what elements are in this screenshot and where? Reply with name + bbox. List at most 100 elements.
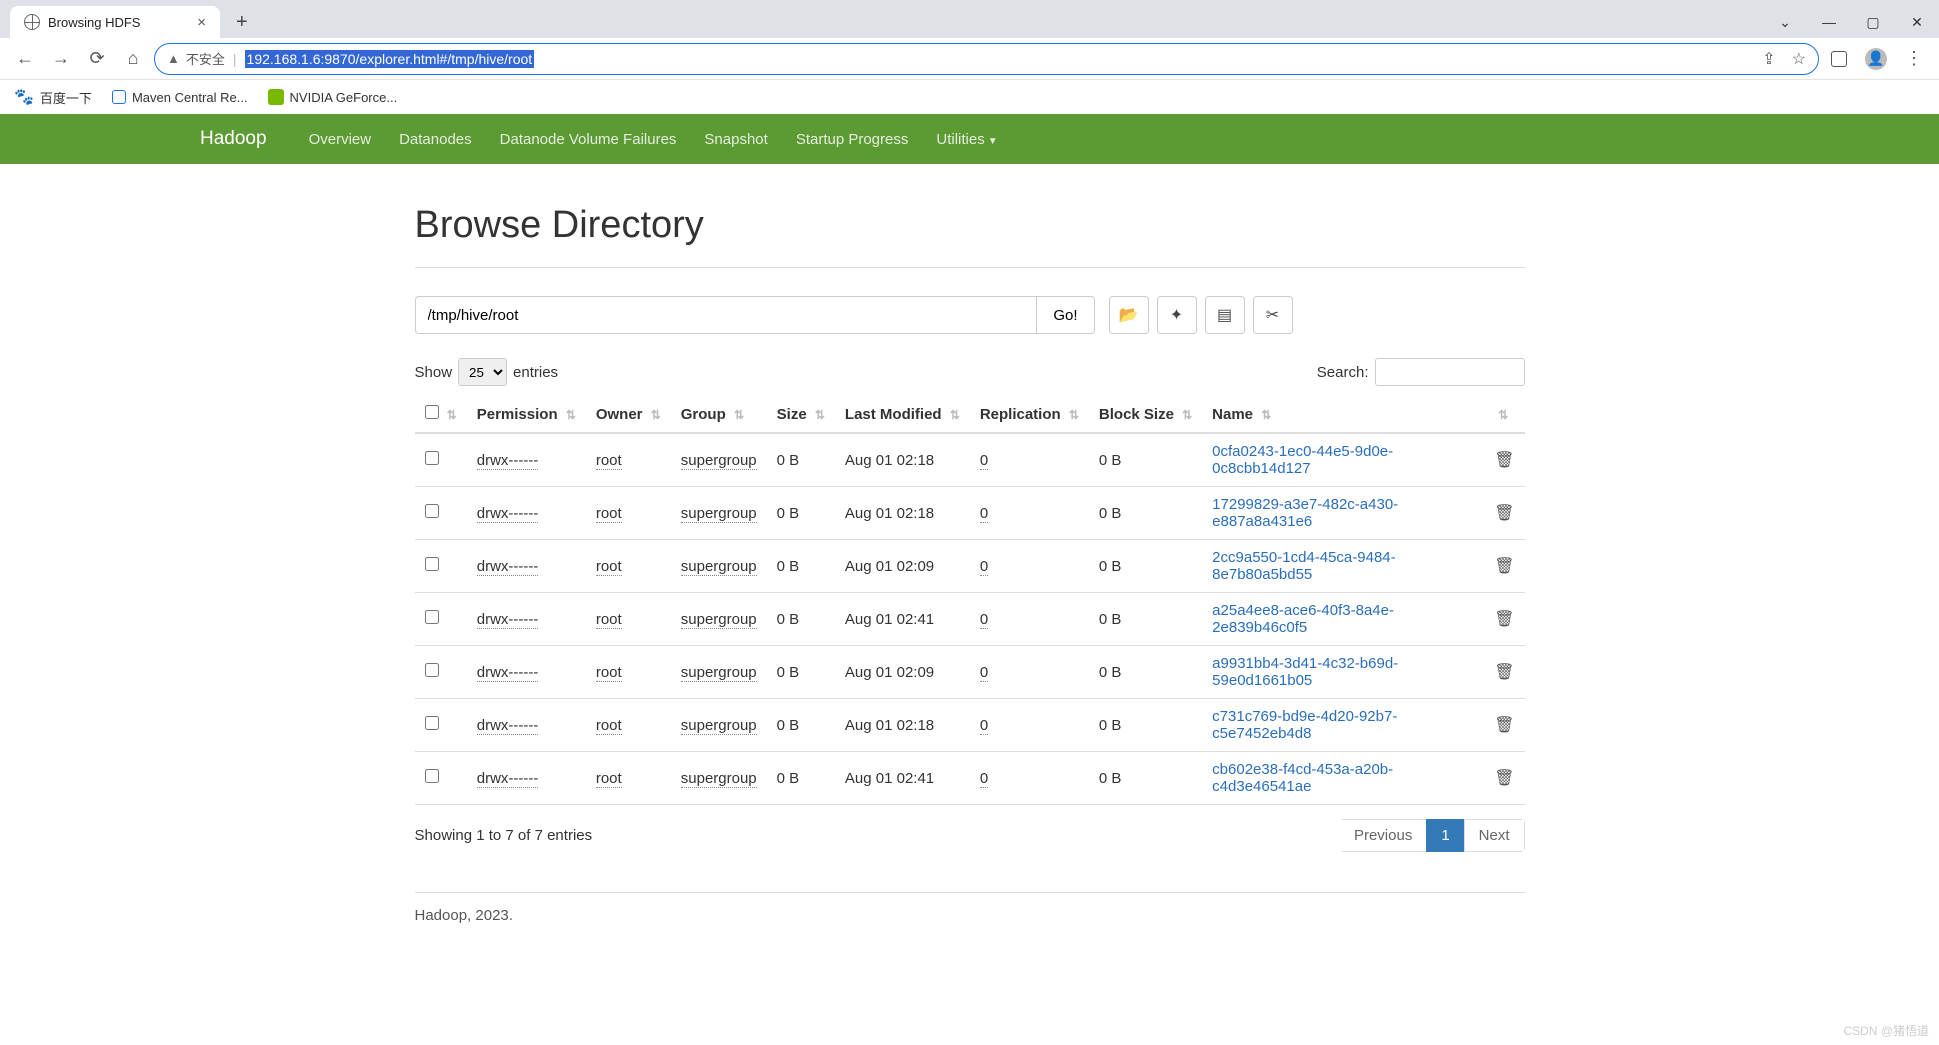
column-header[interactable]: ⇅ (1484, 396, 1524, 433)
bookmark-nvidia[interactable]: NVIDIA GeForce... (268, 89, 398, 105)
owner-cell[interactable]: root (596, 505, 622, 523)
permission-cell[interactable]: drwx------ (477, 717, 539, 735)
bookmark-star-icon[interactable]: ☆ (1792, 49, 1806, 69)
group-cell[interactable]: supergroup (681, 770, 757, 788)
next-button[interactable]: Next (1464, 819, 1525, 852)
replication-cell[interactable]: 0 (980, 611, 988, 629)
create-dir-button[interactable]: ✦ (1157, 296, 1197, 334)
column-header[interactable]: Owner ⇅ (586, 396, 671, 433)
page-1-button[interactable]: 1 (1426, 819, 1464, 852)
permission-cell[interactable]: drwx------ (477, 558, 539, 576)
entries-select[interactable]: 25 (458, 358, 507, 386)
path-input[interactable] (415, 296, 1037, 334)
upload-button[interactable]: ▤ (1205, 296, 1245, 334)
home-button[interactable]: ⌂ (118, 44, 148, 74)
tab-search-icon[interactable]: ⌄ (1763, 14, 1807, 31)
minimize-icon[interactable]: — (1807, 14, 1851, 30)
column-header[interactable]: Size ⇅ (767, 396, 835, 433)
bookmark-baidu[interactable]: 🐾 百度一下 (14, 87, 92, 107)
extensions-icon[interactable] (1831, 51, 1847, 67)
group-cell[interactable]: supergroup (681, 717, 757, 735)
profile-avatar[interactable]: 👤 (1865, 48, 1887, 70)
column-header[interactable]: Permission ⇅ (467, 396, 586, 433)
name-link[interactable]: a25a4ee8-ace6-40f3-8a4e-2e839b46c0f5 (1212, 602, 1394, 636)
group-cell[interactable]: supergroup (681, 505, 757, 523)
row-checkbox[interactable] (425, 663, 439, 677)
row-checkbox[interactable] (425, 610, 439, 624)
name-link[interactable]: c731c769-bd9e-4d20-92b7-c5e7452eb4d8 (1212, 708, 1397, 742)
column-header[interactable]: Last Modified ⇅ (835, 396, 970, 433)
forward-button[interactable]: → (46, 44, 76, 74)
permission-cell[interactable]: drwx------ (477, 505, 539, 523)
cut-button[interactable]: ✂ (1253, 296, 1293, 334)
size-cell: 0 B (767, 646, 835, 699)
column-header[interactable]: Name ⇅ (1202, 396, 1484, 433)
delete-icon[interactable]: 🗑 (1494, 505, 1514, 522)
browser-tab[interactable]: Browsing HDFS × (10, 6, 220, 38)
name-link[interactable]: 2cc9a550-1cd4-45ca-9484-8e7b80a5bd55 (1212, 549, 1395, 583)
replication-cell[interactable]: 0 (980, 770, 988, 788)
prev-button[interactable]: Previous (1340, 819, 1427, 852)
back-button[interactable]: ← (10, 44, 40, 74)
owner-cell[interactable]: root (596, 770, 622, 788)
owner-cell[interactable]: root (596, 611, 622, 629)
group-cell[interactable]: supergroup (681, 664, 757, 682)
row-checkbox[interactable] (425, 451, 439, 465)
name-link[interactable]: 17299829-a3e7-482c-a430-e887a8a431e6 (1212, 496, 1398, 530)
close-tab-icon[interactable]: × (197, 14, 206, 31)
maximize-icon[interactable]: ▢ (1851, 14, 1895, 31)
name-link[interactable]: cb602e38-f4cd-453a-a20b-c4d3e46541ae (1212, 761, 1393, 795)
row-checkbox[interactable] (425, 557, 439, 571)
owner-cell[interactable]: root (596, 717, 622, 735)
replication-cell[interactable]: 0 (980, 717, 988, 735)
security-indicator[interactable]: ▲ 不安全 (167, 49, 225, 68)
delete-icon[interactable]: 🗑 (1494, 611, 1514, 628)
go-button[interactable]: Go! (1036, 296, 1094, 334)
group-cell[interactable]: supergroup (681, 558, 757, 576)
nav-volume-failures[interactable]: Datanode Volume Failures (500, 131, 677, 148)
delete-icon[interactable]: 🗑 (1494, 558, 1514, 575)
group-cell[interactable]: supergroup (681, 611, 757, 629)
replication-cell[interactable]: 0 (980, 664, 988, 682)
permission-cell[interactable]: drwx------ (477, 452, 539, 470)
row-checkbox[interactable] (425, 769, 439, 783)
search-input[interactable] (1375, 358, 1525, 386)
share-icon[interactable]: ⇪ (1762, 49, 1775, 69)
permission-cell[interactable]: drwx------ (477, 770, 539, 788)
owner-cell[interactable]: root (596, 558, 622, 576)
nav-utilities[interactable]: Utilities▼ (936, 131, 997, 148)
select-all-checkbox[interactable] (425, 405, 439, 419)
delete-icon[interactable]: 🗑 (1494, 717, 1514, 734)
group-cell[interactable]: supergroup (681, 452, 757, 470)
name-link[interactable]: 0cfa0243-1ec0-44e5-9d0e-0c8cbb14d127 (1212, 443, 1393, 477)
bookmark-maven[interactable]: Maven Central Re... (112, 90, 248, 105)
row-checkbox[interactable] (425, 504, 439, 518)
nav-snapshot[interactable]: Snapshot (704, 131, 767, 148)
permission-cell[interactable]: drwx------ (477, 611, 539, 629)
replication-cell[interactable]: 0 (980, 558, 988, 576)
nav-overview[interactable]: Overview (309, 131, 372, 148)
row-checkbox[interactable] (425, 716, 439, 730)
parent-dir-button[interactable]: 📂 (1109, 296, 1149, 334)
column-header[interactable]: Group ⇅ (671, 396, 767, 433)
column-header[interactable]: Block Size ⇅ (1089, 396, 1202, 433)
nav-datanodes[interactable]: Datanodes (399, 131, 472, 148)
permission-cell[interactable]: drwx------ (477, 664, 539, 682)
owner-cell[interactable]: root (596, 664, 622, 682)
brand[interactable]: Hadoop (200, 128, 267, 150)
owner-cell[interactable]: root (596, 452, 622, 470)
column-header[interactable]: Replication ⇅ (970, 396, 1089, 433)
menu-icon[interactable]: ⋮ (1905, 48, 1923, 69)
delete-icon[interactable]: 🗑 (1494, 770, 1514, 787)
new-tab-button[interactable]: + (230, 11, 254, 34)
nav-startup-progress[interactable]: Startup Progress (796, 131, 909, 148)
delete-icon[interactable]: 🗑 (1494, 452, 1514, 469)
address-bar[interactable]: ▲ 不安全 | 192.168.1.6:9870/explorer.html#/… (154, 43, 1819, 75)
delete-icon[interactable]: 🗑 (1494, 664, 1514, 681)
name-link[interactable]: a9931bb4-3d41-4c32-b69d-59e0d1661b05 (1212, 655, 1398, 689)
reload-button[interactable]: ⟳ (82, 44, 112, 74)
column-header[interactable]: ⇅ (415, 396, 467, 433)
replication-cell[interactable]: 0 (980, 452, 988, 470)
replication-cell[interactable]: 0 (980, 505, 988, 523)
close-window-icon[interactable]: ✕ (1895, 14, 1939, 31)
